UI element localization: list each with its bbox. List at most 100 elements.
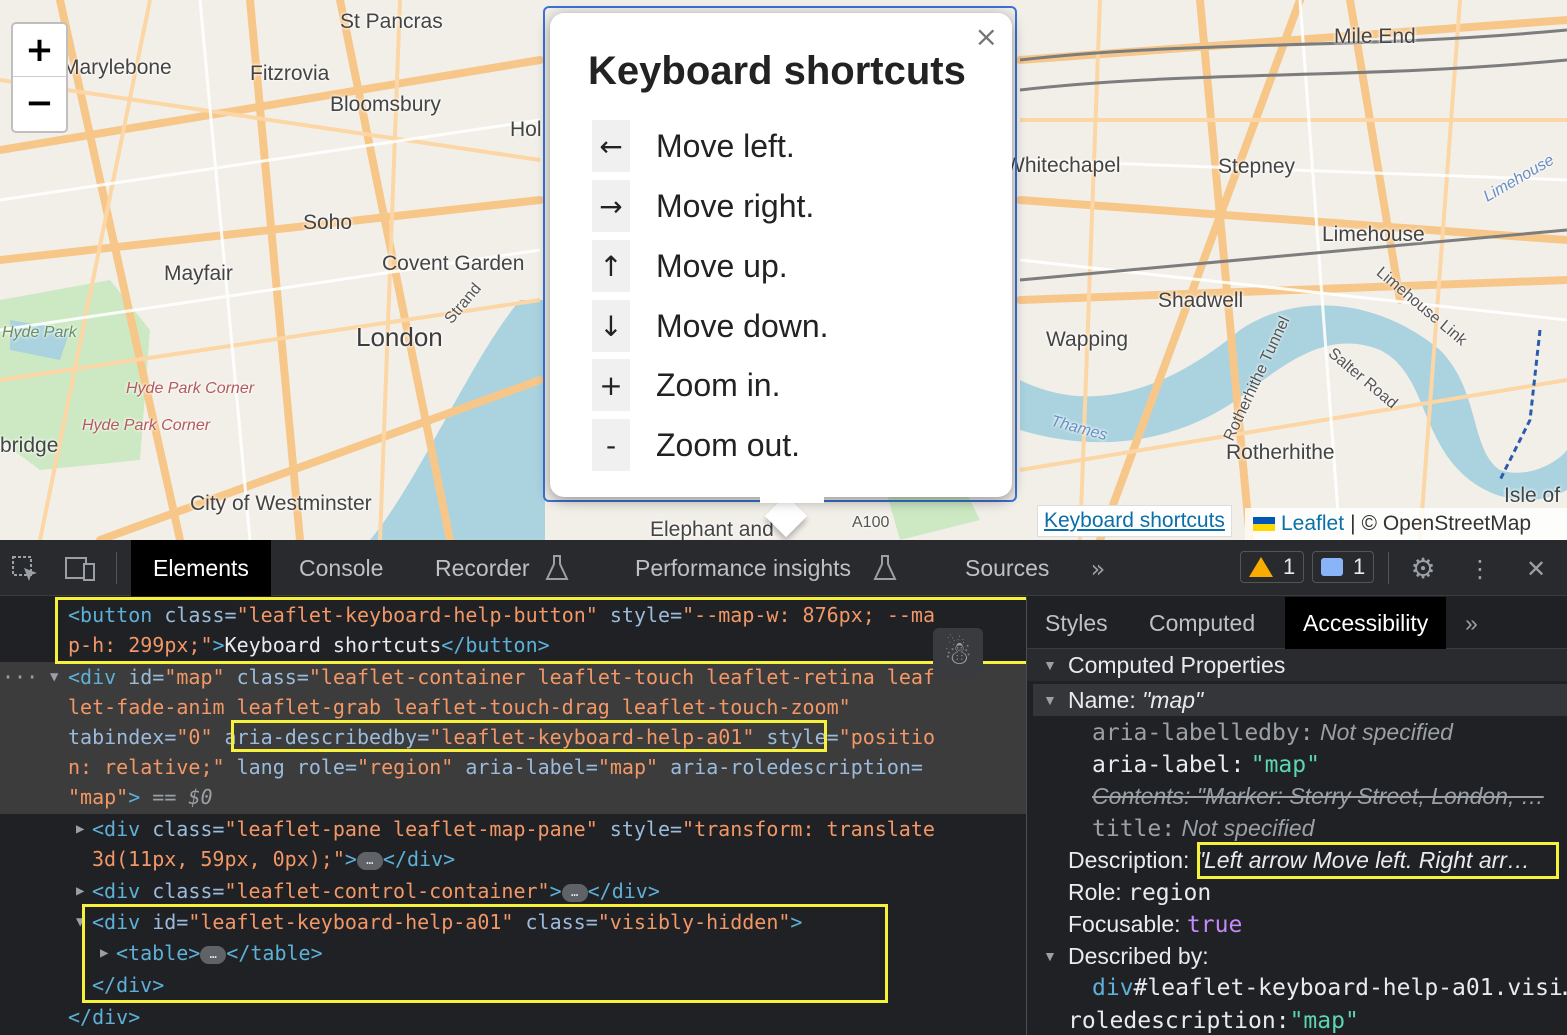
warning-icon — [1249, 557, 1273, 577]
popup-title: Keyboard shortcuts — [588, 49, 966, 93]
map-label: London — [356, 322, 443, 352]
ukraine-flag-icon — [1253, 517, 1275, 531]
prop-name: Name: "map" — [1068, 687, 1204, 713]
map-label: Shadwell — [1158, 289, 1244, 312]
dom-node-close: </div> — [68, 1005, 141, 1029]
map-label: Soho — [303, 211, 353, 234]
dom-node-map-cont: "map"> == $0 — [68, 785, 213, 809]
map-label: St Pancras — [340, 10, 443, 33]
dom-node-map-pane[interactable]: <div class="leaflet-pane leaflet-map-pan… — [92, 814, 935, 844]
leaflet-link[interactable]: Leaflet — [1281, 512, 1344, 536]
shortcut-description: Zoom in. — [656, 366, 781, 403]
expand-triangle-icon[interactable]: ▶ — [76, 876, 84, 906]
close-icon[interactable]: × — [975, 23, 998, 51]
highlight-box — [82, 904, 888, 1003]
attribution: Leaflet | © OpenStreetMap — [1245, 508, 1567, 540]
inspect-element-icon[interactable] — [10, 554, 40, 584]
map-label: Fitzrovia — [250, 62, 330, 85]
more-tabs-icon[interactable]: » — [1083, 554, 1113, 584]
map-label: Elephant and — [650, 518, 774, 540]
prop-title: title: Not specified — [1092, 815, 1315, 842]
arrow-up-key-icon: ↑ — [592, 240, 630, 292]
map-region[interactable]: St Pancras Marylebone Fitzrovia Bloomsbu… — [0, 0, 1567, 540]
prop-focusable: Focusable: true — [1068, 911, 1243, 938]
expand-triangle-icon[interactable]: ▶ — [76, 814, 84, 844]
devtools-toolbar: Elements Console Recorder Performance in… — [0, 540, 1567, 596]
arrow-down-key-icon: ↓ — [592, 300, 630, 352]
prop-described-by: Described by: — [1068, 943, 1209, 969]
ellipsis-icon[interactable]: … — [356, 851, 383, 870]
map-label: Hyde Park Corner — [82, 417, 211, 434]
more-icon: ··· — [2, 665, 39, 689]
prop-aria-labelledby: aria-labelledby: Not specified — [1092, 719, 1453, 746]
map-label: Mile End — [1334, 25, 1416, 48]
keyboard-help-popup: × Keyboard shortcuts ← Move left. → Move… — [543, 6, 1017, 538]
zoom-out-button[interactable]: − — [13, 77, 66, 130]
dom-node-map[interactable]: <div id="map" class="leaflet-container l… — [68, 662, 935, 692]
tab-styles[interactable]: Styles — [1027, 597, 1126, 649]
dom-node-control-container[interactable]: <div class="leaflet-control-container">…… — [92, 876, 660, 906]
map-label: Isle of — [1504, 484, 1561, 507]
gear-icon[interactable]: ⚙ — [1408, 554, 1438, 584]
more-tabs-icon[interactable]: » — [1447, 597, 1496, 649]
shortcut-row: → Move right. — [592, 180, 814, 232]
map-label: Covent Garden — [382, 252, 525, 275]
computed-properties-header: Computed Properties — [1068, 652, 1286, 678]
accessibility-panel: Styles Computed Accessibility » ▼ Comput… — [1027, 597, 1567, 1035]
elements-tree: <button class="leaflet-keyboard-help-but… — [0, 597, 1026, 1035]
close-devtools-icon[interactable]: ✕ — [1521, 554, 1551, 584]
warnings-badge[interactable]: 1 — [1240, 551, 1305, 583]
minus-key-icon: - — [592, 419, 630, 471]
map-label: Wapping — [1046, 328, 1129, 351]
tab-accessibility[interactable]: Accessibility — [1285, 597, 1447, 649]
dom-node-map-cont: n: relative;" lang role="region" aria-la… — [68, 755, 923, 779]
highlight-box — [1197, 842, 1559, 879]
devtools-panel: Elements Console Recorder Performance in… — [0, 540, 1567, 1035]
zoom-in-button[interactable]: + — [13, 24, 66, 77]
collapse-triangle-icon[interactable]: ▼ — [1043, 684, 1057, 716]
device-toolbar-icon[interactable] — [64, 554, 95, 584]
map-label: City of Westminster — [190, 492, 372, 515]
map-label: Hyde Park — [2, 324, 77, 341]
described-by-node[interactable]: div#leaflet-keyboard-help-a01.visi… — [1092, 972, 1567, 1004]
keyboard-shortcuts-link[interactable]: Keyboard shortcuts — [1037, 505, 1232, 537]
arrow-right-key-icon: → — [592, 180, 630, 232]
map-label: Stepney — [1218, 155, 1296, 178]
plus-key-icon: + — [592, 359, 630, 411]
tab-performance-insights[interactable]: Performance insights — [613, 540, 873, 596]
highlight-box — [55, 597, 1026, 664]
map-label: A100 — [848, 514, 894, 532]
warning-count: 1 — [1283, 554, 1296, 579]
ellipsis-icon[interactable]: … — [561, 883, 588, 902]
arrow-left-key-icon: ← — [592, 120, 630, 172]
prop-role: Role: region — [1068, 879, 1212, 906]
map-label: Whitechapel — [1005, 154, 1121, 177]
map-label: Hyde Park Corner — [126, 380, 255, 397]
map-label: Limehouse — [1322, 223, 1425, 246]
message-count: 1 — [1353, 554, 1366, 579]
prop-roledescription: roledescription:"map" — [1068, 1008, 1359, 1034]
tab-recorder[interactable]: Recorder — [413, 540, 552, 596]
shortcut-description: Move up. — [656, 247, 788, 284]
tab-elements[interactable]: Elements — [131, 540, 271, 596]
tab-console[interactable]: Console — [277, 540, 405, 596]
prop-aria-label: aria-label: "map" — [1092, 752, 1320, 778]
collapse-triangle-icon[interactable]: ▼ — [1043, 940, 1057, 972]
dom-node-map-cont: let-fade-anim leaflet-grab leaflet-touch… — [68, 695, 851, 719]
prop-contents: Contents: "Marker: Sterry Street, London… — [1092, 783, 1544, 809]
collapse-triangle-icon[interactable]: ▼ — [1043, 649, 1057, 681]
tab-sources[interactable]: Sources — [943, 540, 1071, 596]
highlight-box — [231, 720, 827, 752]
shortcut-description: Move down. — [656, 307, 829, 344]
flask-icon — [870, 554, 900, 584]
more-options-icon[interactable]: ⋮ — [1465, 554, 1495, 584]
shortcut-row: ↑ Move up. — [592, 240, 788, 292]
map-label: Bloomsbury — [330, 93, 441, 116]
tab-computed[interactable]: Computed — [1131, 597, 1273, 649]
zoom-control: + − — [11, 22, 68, 133]
map-label: Rotherhithe — [1226, 441, 1335, 464]
accessibility-icon[interactable]: ☃ — [933, 628, 983, 678]
messages-badge[interactable]: 1 — [1312, 551, 1375, 583]
expand-triangle-icon[interactable]: ▼ — [50, 662, 58, 692]
shortcut-description: Move left. — [656, 127, 795, 164]
